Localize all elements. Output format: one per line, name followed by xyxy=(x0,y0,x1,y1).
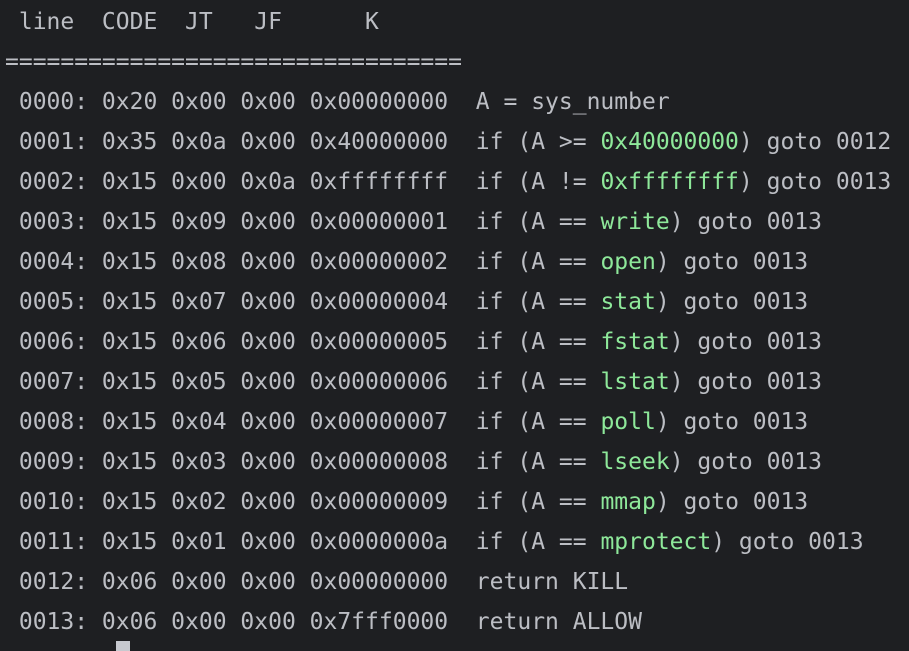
code-line-text: 0007: 0x15 0x05 0x00 0x00000006 if (A == xyxy=(5,369,601,395)
code-line-tail: ) goto 0013 xyxy=(655,249,809,275)
code-line-tail: ) goto 0012 xyxy=(738,129,892,155)
code-line-text: 0011: 0x15 0x01 0x00 0x0000000a if (A == xyxy=(5,529,601,555)
code-line-text: 0000: 0x20 0x00 0x00 0x00000000 A = sys_… xyxy=(5,89,670,115)
code-line-operand: write xyxy=(600,209,670,235)
terminal-cursor xyxy=(116,641,130,651)
code-line: 0011: 0x15 0x01 0x00 0x0000000a if (A ==… xyxy=(5,522,864,562)
code-line: 0005: 0x15 0x07 0x00 0x00000004 if (A ==… xyxy=(5,282,808,322)
column-header: line CODE JT JF K xyxy=(5,9,379,35)
code-line-tail: ) goto 0013 xyxy=(669,329,823,355)
code-line: 0001: 0x35 0x0a 0x00 0x40000000 if (A >=… xyxy=(5,122,891,162)
code-line-tail: ) goto 0013 xyxy=(669,369,823,395)
code-line: 0009: 0x15 0x03 0x00 0x00000008 if (A ==… xyxy=(5,442,822,482)
code-line-text: 0003: 0x15 0x09 0x00 0x00000001 if (A == xyxy=(5,209,601,235)
code-line-tail: ) goto 0013 xyxy=(738,169,892,195)
separator-line: ================================= xyxy=(5,49,462,75)
code-line-text: 0001: 0x35 0x0a 0x00 0x40000000 if (A >= xyxy=(5,129,601,155)
code-line-text: 0004: 0x15 0x08 0x00 0x00000002 if (A == xyxy=(5,249,601,275)
code-line: 0003: 0x15 0x09 0x00 0x00000001 if (A ==… xyxy=(5,202,822,242)
code-line-text: 0005: 0x15 0x07 0x00 0x00000004 if (A == xyxy=(5,289,601,315)
code-line-text: 0009: 0x15 0x03 0x00 0x00000008 if (A == xyxy=(5,449,601,475)
code-line-text: 0013: 0x06 0x00 0x00 0x7fff0000 return A… xyxy=(5,609,642,635)
code-line: 0004: 0x15 0x08 0x00 0x00000002 if (A ==… xyxy=(5,242,808,282)
code-line: 0000: 0x20 0x00 0x00 0x00000000 A = sys_… xyxy=(5,82,670,122)
code-line-operand: mmap xyxy=(600,489,656,515)
code-line-operand: 0xffffffff xyxy=(600,169,739,195)
code-line-operand: lseek xyxy=(600,449,670,475)
code-line-tail: ) goto 0013 xyxy=(669,209,823,235)
terminal-window[interactable]: line CODE JT JF K ======================… xyxy=(0,0,909,651)
code-line: 0010: 0x15 0x02 0x00 0x00000009 if (A ==… xyxy=(5,482,808,522)
code-line: 0013: 0x06 0x00 0x00 0x7fff0000 return A… xyxy=(5,602,642,642)
code-line-tail: ) goto 0013 xyxy=(669,449,823,475)
code-line-tail: ) goto 0013 xyxy=(655,489,809,515)
code-line-operand: poll xyxy=(600,409,656,435)
code-line-text: 0008: 0x15 0x04 0x00 0x00000007 if (A == xyxy=(5,409,601,435)
code-line-tail: ) goto 0013 xyxy=(655,289,809,315)
code-line-operand: lstat xyxy=(600,369,670,395)
code-line: 0006: 0x15 0x06 0x00 0x00000005 if (A ==… xyxy=(5,322,822,362)
code-line: 0012: 0x06 0x00 0x00 0x00000000 return K… xyxy=(5,562,628,602)
code-line-operand: stat xyxy=(600,289,656,315)
code-line-operand: open xyxy=(600,249,656,275)
code-line-tail: ) goto 0013 xyxy=(711,529,864,555)
code-line-text: 0012: 0x06 0x00 0x00 0x00000000 return K… xyxy=(5,569,629,595)
code-line-text: 0006: 0x15 0x06 0x00 0x00000005 if (A == xyxy=(5,329,601,355)
code-line-operand: 0x40000000 xyxy=(600,129,739,155)
code-line-operand: fstat xyxy=(600,329,670,355)
code-line-operand: mprotect xyxy=(600,529,712,555)
code-line-text: 0002: 0x15 0x00 0x0a 0xffffffff if (A != xyxy=(5,169,601,195)
code-line: 0007: 0x15 0x05 0x00 0x00000006 if (A ==… xyxy=(5,362,822,402)
code-line-tail: ) goto 0013 xyxy=(655,409,809,435)
code-line-text: 0010: 0x15 0x02 0x00 0x00000009 if (A == xyxy=(5,489,601,515)
code-line: 0002: 0x15 0x00 0x0a 0xffffffff if (A !=… xyxy=(5,162,891,202)
code-line: 0008: 0x15 0x04 0x00 0x00000007 if (A ==… xyxy=(5,402,808,442)
